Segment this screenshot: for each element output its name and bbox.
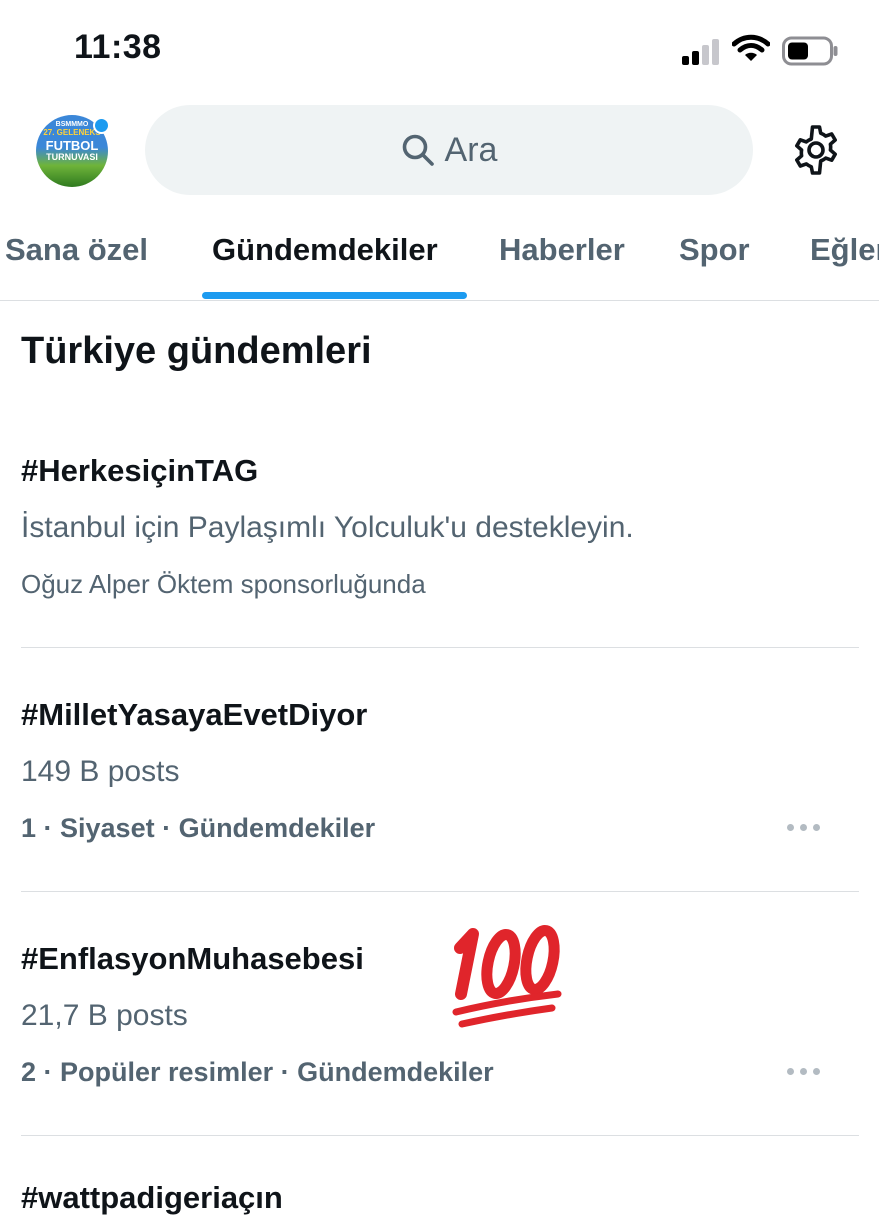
trend-item[interactable]: #MilletYasayaEvetDiyor 149 B posts 1 · S…: [21, 695, 859, 845]
gear-icon[interactable]: [790, 124, 842, 176]
tab-gundemdekiler[interactable]: Gündemdekiler: [212, 232, 438, 268]
status-bar: 11:38: [0, 0, 879, 100]
active-tab-indicator: [202, 292, 467, 299]
search-icon: [402, 134, 434, 166]
trend-title: #wattpadigeriaçın: [21, 1180, 283, 1215]
status-time: 11:38: [74, 28, 162, 66]
trend-title: #EnflasyonMuhasebesi: [21, 941, 364, 976]
section-title: Türkiye gündemleri: [21, 330, 372, 372]
hundred-points-icon: [452, 925, 562, 1028]
search-bar[interactable]: Ara: [145, 105, 753, 195]
trend-sponsor: Oğuz Alper Öktem sponsorluğunda: [21, 569, 426, 599]
trend-title: #HerkesiçinTAG: [21, 453, 259, 488]
notification-dot: [93, 117, 110, 134]
signal-icon: [682, 37, 722, 65]
tab-haberler[interactable]: Haberler: [499, 232, 625, 268]
divider: [21, 647, 859, 648]
trend-post-count: 21,7 B posts: [21, 999, 188, 1032]
trend-item-promoted[interactable]: #HerkesiçinTAG İstanbul için Paylaşımlı …: [21, 450, 859, 600]
battery-icon: [782, 36, 838, 66]
trend-meta: 1 · Siyaset · Gündemdekiler: [21, 813, 376, 843]
trend-meta: 2 · Popüler resimler · Gündemdekiler: [21, 1057, 494, 1087]
more-icon[interactable]: [787, 824, 821, 832]
trend-post-count: 149 B posts: [21, 755, 180, 788]
wifi-icon: [732, 34, 770, 61]
tab-eglence[interactable]: Eğlen: [810, 232, 879, 268]
search-placeholder: Ara: [444, 130, 498, 169]
divider: [21, 891, 859, 892]
tab-sana-ozel[interactable]: Sana özel: [5, 232, 148, 268]
divider: [21, 1135, 859, 1136]
trend-title: #MilletYasayaEvetDiyor: [21, 697, 368, 732]
tab-bar: Sana özel Gündemdekiler Haberler Spor Eğ…: [0, 218, 879, 301]
trend-description: İstanbul için Paylaşımlı Yolculuk'u dest…: [21, 511, 634, 544]
tab-spor[interactable]: Spor: [679, 232, 750, 268]
more-icon[interactable]: [787, 1068, 821, 1076]
trend-item[interactable]: #EnflasyonMuhasebesi 21,7 B posts 2 · Po…: [21, 939, 859, 1089]
trend-item[interactable]: #wattpadigeriaçın: [21, 1180, 859, 1220]
